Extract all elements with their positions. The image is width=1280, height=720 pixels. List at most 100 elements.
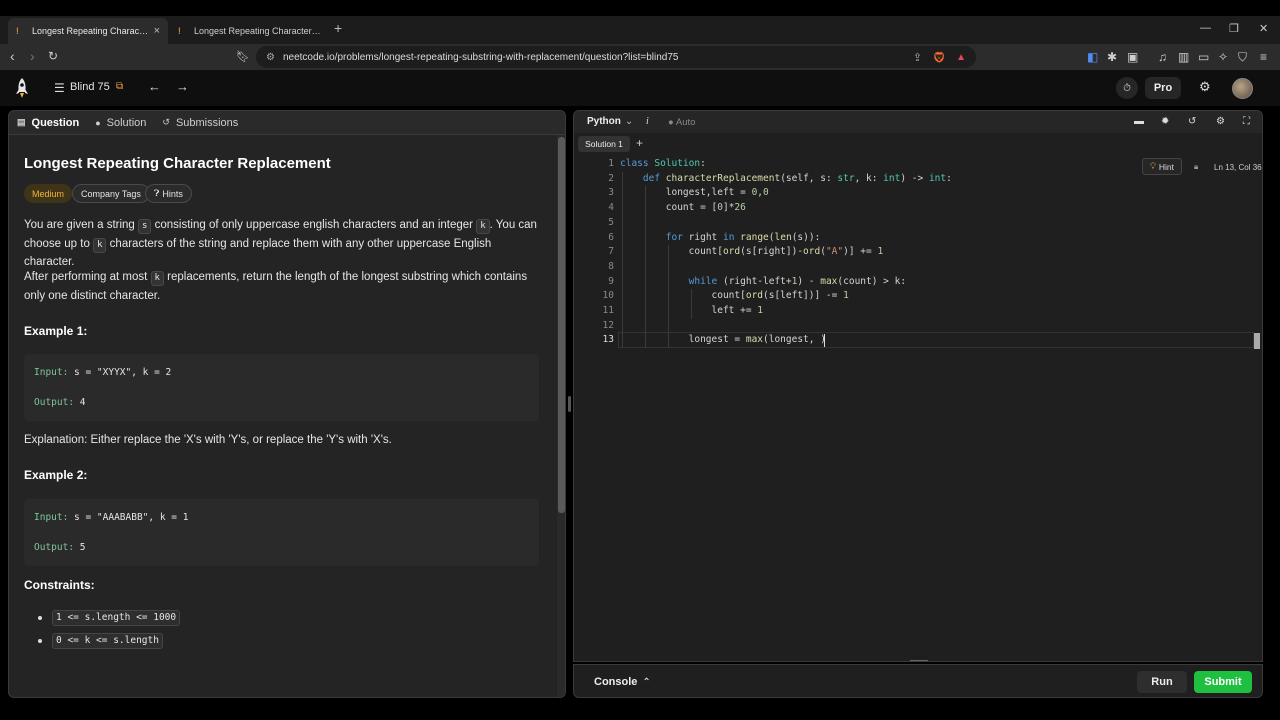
debug-bug-icon[interactable]: ✹ [1161,116,1169,127]
line-number: 10 [602,290,614,302]
add-solution-icon[interactable]: + [636,136,643,150]
screenshot-icon[interactable]: ▣ [1127,50,1138,64]
next-problem-icon[interactable]: → [176,79,189,94]
tab-solution[interactable]: ● Solution [95,117,146,129]
constraint-item: 0 <= k <= s.length [52,633,163,649]
maximize-icon[interactable]: ❐ [1229,22,1239,35]
editor-scrollbar-marker[interactable] [1254,333,1260,349]
auto-mode-toggle[interactable]: ● Auto [668,117,695,128]
language-select[interactable]: Python ⌄ [587,116,633,127]
text-caret [824,334,825,347]
close-tab-icon[interactable]: × [154,25,160,37]
inline-code: s [138,219,152,234]
info-icon[interactable]: i [646,116,649,127]
sidebar-icon[interactable]: ▥ [1178,50,1189,64]
menu-icon[interactable]: ≡ [1260,50,1267,64]
avatar[interactable] [1232,78,1253,99]
tab-question[interactable]: ▤ Question [17,117,79,129]
browser-tab-2[interactable]: ⵑ Longest Repeating Character Replace [170,18,330,44]
notes-icon[interactable]: ▬ [1134,116,1144,127]
close-window-icon[interactable]: ✕ [1259,22,1268,35]
example-2-output: Output: 5 [34,542,86,553]
company-tags-button[interactable]: Company Tags [72,184,150,203]
bookmark-icon[interactable]: 🔖︎ [236,50,250,63]
hints-button[interactable]: ❓︎ Hints [145,184,192,203]
reset-icon[interactable]: ↺ [1188,116,1196,127]
code-editor-panel: Python ⌄ i ● Auto ▬ ✹ ↺ ⚙ ⛶ Solution 1 + … [573,110,1263,662]
auto-label: Auto [675,117,696,128]
wallet-icon[interactable]: ▭ [1198,50,1209,64]
line-number: 5 [608,216,614,228]
constraint-item: 1 <= s.length <= 1000 [52,610,181,626]
editor-toolbar: Python ⌄ i ● Auto ▬ ✹ ↺ ⚙ ⛶ [574,111,1262,133]
pro-button[interactable]: Pro [1145,77,1181,99]
hint-label: Hint [1158,161,1175,172]
desc-text: only one distinct character. [24,289,161,302]
example-1-input: Input: s = "XYYX", k = 2 [34,367,171,378]
line-number: 1 [608,158,614,169]
extensions-icon[interactable]: ✱ [1107,50,1117,64]
vpn-icon[interactable]: ⛉ [1238,50,1247,65]
list-bullet [38,639,42,643]
prev-problem-icon[interactable]: ← [148,79,161,94]
panel-resize-handle[interactable] [568,396,571,412]
extension-icon[interactable]: ◧ [1087,50,1098,64]
tab-label: Question [31,116,80,129]
site-info-icon[interactable]: ⚙︎ [266,52,275,63]
code-line: for right in range(len(s)): [665,231,821,243]
example-2-input: Input: s = "AAABABB", k = 1 [34,512,188,523]
address-bar-row: ‹ › ↻ 🔖︎ ⚙︎ neetcode.io/problems/longest… [0,44,1280,70]
line-number: 13 [602,334,614,346]
share-icon[interactable]: ⇪ [913,51,922,64]
new-tab-icon[interactable]: + [334,20,342,36]
fullscreen-icon[interactable]: ⛶ [1243,116,1250,127]
submit-button[interactable]: Submit [1194,671,1252,693]
url-text: neetcode.io/problems/longest-repeating-s… [282,51,679,63]
tab-submissions[interactable]: ↺ Submissions [162,117,238,129]
lock-icon: 🔒︎ [1194,162,1199,171]
chevron-down-icon: ⌄ [624,116,634,127]
cursor-position: Ln 13, Col 36 [1214,163,1262,172]
brave-rewards-icon[interactable]: ▲ [956,52,966,63]
console-resize-handle[interactable] [910,660,928,661]
inline-code: k [476,219,490,234]
run-button[interactable]: Run [1137,671,1187,693]
forward-icon[interactable]: › [30,48,35,64]
list-icon[interactable]: ☰ [54,81,65,95]
scrollbar-thumb[interactable] [558,137,565,513]
media-icon[interactable]: ♫ [1158,50,1167,64]
tab-solution-1[interactable]: Solution 1 [578,136,630,152]
input-label: Input: [34,367,69,378]
minimize-icon[interactable]: — [1200,22,1211,34]
line-number: 7 [608,246,614,258]
leo-ai-icon[interactable]: ✧ [1218,50,1228,64]
console-toggle[interactable]: Console ⌃ [594,676,651,688]
browser-tab-1[interactable]: ⵑ Longest Repeating Character Re × [8,18,168,44]
example-1-box: Input: s = "XYYX", k = 2 Output: 4 [24,354,539,421]
settings-gear-icon[interactable]: ⚙ [1199,79,1211,95]
output-value: 5 [74,542,86,553]
editor-settings-icon[interactable]: ⚙ [1216,116,1225,127]
app-header: ☰ Blind 75 ⧉ ← → ⏱︎ Pro ⚙ [0,70,1280,106]
url-field[interactable]: ⚙︎ neetcode.io/problems/longest-repeatin… [256,46,976,68]
brave-shields-icon[interactable]: 🦁︎ [932,51,946,64]
problem-list-label[interactable]: Blind 75 [70,81,110,93]
lightbulb-icon: ● [95,117,101,128]
reload-icon[interactable]: ↻ [48,49,58,63]
neetcode-logo-icon[interactable] [14,78,30,98]
question-panel: ▤ Question ● Solution ↺ Submissions Long… [8,110,566,698]
tab-label: Solution [106,116,147,129]
line-number: 6 [608,231,614,243]
console-bar: Console ⌃ Run Submit [573,664,1263,698]
inline-code: k [150,271,164,286]
neetcode-favicon-icon: ⵑ [178,25,181,36]
code-line: left += 1 [620,305,764,316]
external-link-icon[interactable]: ⧉ [116,81,123,92]
back-icon[interactable]: ‹ [10,48,15,64]
desc-text: replacements, return the length of the l… [163,271,528,283]
hint-button[interactable]: 💡︎ Hint [1142,158,1182,175]
example-1-output: Output: 4 [34,397,86,408]
page-title: Longest Repeating Character Replacement [24,155,331,172]
desc-text: After performing at most [24,271,151,283]
timer-icon[interactable]: ⏱︎ [1116,77,1138,99]
